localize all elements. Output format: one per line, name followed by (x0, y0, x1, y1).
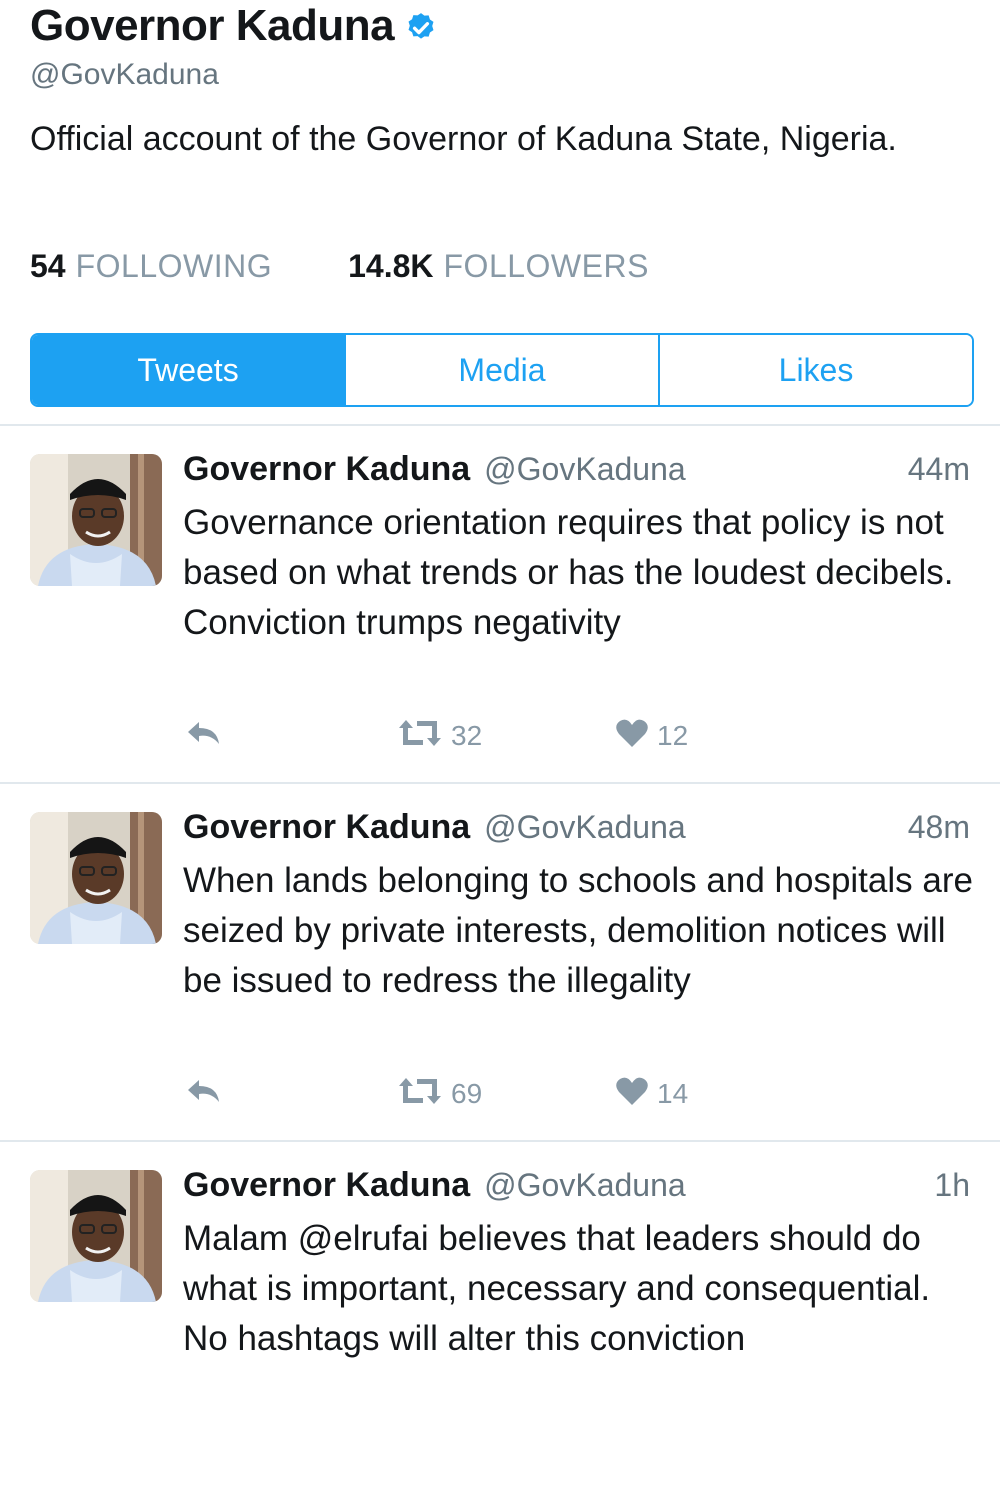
reply-icon (185, 1076, 223, 1113)
tweet-timestamp: 44m (907, 451, 970, 487)
tweet-header: Governor Kaduna @GovKaduna 48m (183, 808, 970, 847)
tweet-header: Governor Kaduna @GovKaduna 44m (183, 450, 970, 489)
like-count: 12 (657, 720, 689, 751)
avatar[interactable] (30, 812, 162, 944)
tweet-header: Governor Kaduna @GovKaduna 1h (183, 1166, 970, 1205)
verified-badge-icon (404, 11, 438, 45)
tweet-author-handle[interactable]: @GovKaduna (484, 809, 686, 846)
retweet-button[interactable]: 69 (397, 1074, 482, 1114)
tweet[interactable]: Governor Kaduna @GovKaduna 48m When land… (0, 784, 1000, 1142)
like-button[interactable]: 12 (615, 716, 688, 756)
tweet-author-name[interactable]: Governor Kaduna (183, 1166, 470, 1205)
tweet-author-handle[interactable]: @GovKaduna (484, 451, 686, 488)
tab-tweets[interactable]: Tweets (32, 335, 344, 405)
following-count: 54 (30, 248, 66, 284)
heart-icon (615, 1076, 649, 1113)
tweet-text: Governance orientation requires that pol… (183, 503, 954, 642)
tweet-actions: 69 14 (185, 1074, 745, 1114)
tweet-text: When lands belonging to schools and hosp… (183, 861, 973, 1000)
followers-label: FOLLOWERS (443, 248, 649, 284)
following-label: FOLLOWING (75, 248, 273, 284)
profile-tabs: Tweets Media Likes (30, 333, 974, 407)
heart-icon (615, 718, 649, 755)
tweet-timestamp: 1h (934, 1167, 970, 1203)
tweet-author-handle[interactable]: @GovKaduna (484, 1167, 686, 1204)
reply-button[interactable] (185, 1074, 223, 1114)
following-stat[interactable]: 54 FOLLOWING (30, 248, 272, 285)
avatar[interactable] (30, 454, 162, 586)
retweet-button[interactable]: 32 (397, 716, 482, 756)
avatar[interactable] (30, 1170, 162, 1302)
tab-likes[interactable]: Likes (658, 335, 972, 405)
tweet-author-name[interactable]: Governor Kaduna (183, 450, 470, 489)
reply-button[interactable] (185, 716, 223, 756)
profile-stats: 54 FOLLOWING 14.8K FOLLOWERS (30, 248, 649, 285)
followers-stat[interactable]: 14.8K FOLLOWERS (348, 248, 649, 285)
profile-name-row: Governor Kaduna (30, 0, 980, 52)
tweet-author-name[interactable]: Governor Kaduna (183, 808, 470, 847)
tweet-timestamp: 48m (907, 809, 970, 845)
retweet-icon (397, 718, 443, 755)
tab-media[interactable]: Media (344, 335, 658, 405)
profile-handle: @GovKaduna (30, 58, 219, 91)
like-count: 14 (657, 1078, 689, 1109)
tweet-actions: 32 12 (185, 716, 745, 756)
tweet[interactable]: Governor Kaduna @GovKaduna 44m Governanc… (0, 426, 1000, 784)
profile-bio: Official account of the Governor of Kadu… (30, 120, 897, 158)
profile-name: Governor Kaduna (30, 1, 395, 50)
reply-icon (185, 718, 223, 755)
retweet-count: 32 (451, 720, 483, 751)
retweet-count: 69 (451, 1078, 483, 1109)
followers-count: 14.8K (348, 248, 434, 284)
tweet[interactable]: Governor Kaduna @GovKaduna 1h Malam @elr… (0, 1142, 1000, 1500)
profile-header: Governor Kaduna @GovKaduna Official acco… (30, 0, 980, 165)
retweet-icon (397, 1076, 443, 1113)
like-button[interactable]: 14 (615, 1074, 688, 1114)
tweet-text: Malam @elrufai believes that leaders sho… (183, 1219, 931, 1358)
